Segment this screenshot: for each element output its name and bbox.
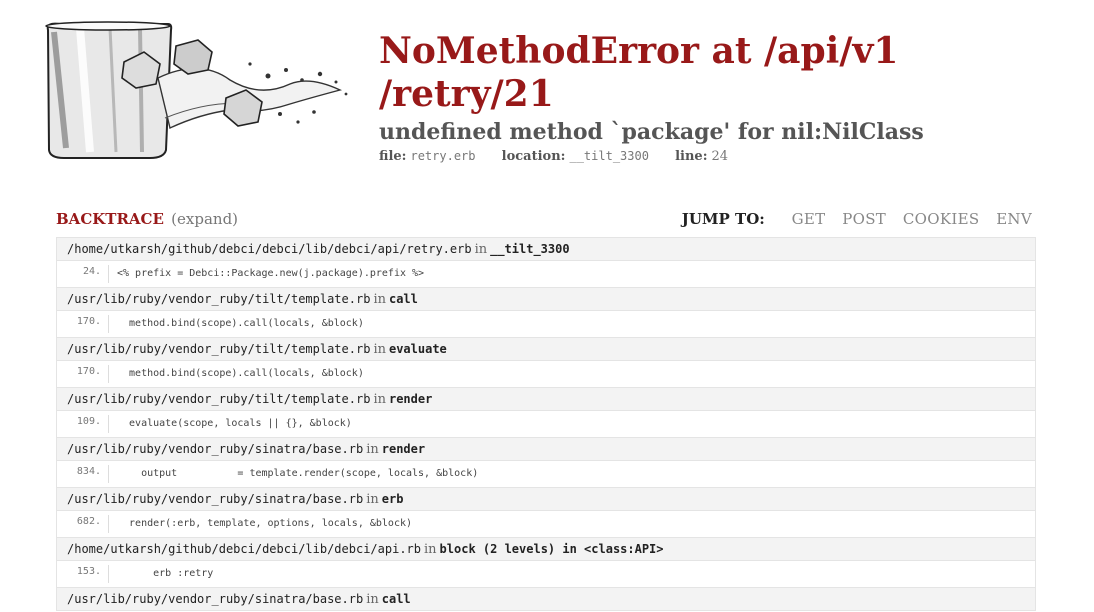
frame-code: 834. output = template.render(scope, loc… [56, 461, 1036, 487]
backtrace-heading: BACKTRACE (expand) [56, 210, 238, 228]
expand-link[interactable]: (expand) [171, 210, 238, 228]
jump-env-link[interactable]: ENV [996, 210, 1032, 228]
frame-function: render [381, 442, 426, 456]
frame-header[interactable]: /home/utkarsh/github/debci/debci/lib/deb… [56, 237, 1036, 261]
frame-source: method.bind(scope).call(locals, &block) [117, 368, 364, 379]
error-meta: file: retry.erb location: __tilt_3300 line… [379, 149, 1079, 164]
location-value: __tilt_3300 [569, 149, 649, 163]
frame-line-number: 682. [57, 515, 109, 533]
backtrace-title: BACKTRACE [56, 210, 164, 228]
jump-to-nav: JUMP TO: GET POST COOKIES ENV [682, 210, 1032, 228]
frame-header[interactable]: /home/utkarsh/github/debci/debci/lib/deb… [56, 537, 1036, 561]
frame-header[interactable]: /usr/lib/ruby/vendor_ruby/sinatra/base.r… [56, 487, 1036, 511]
frame-function: render [388, 392, 433, 406]
frame-source: evaluate(scope, locals || {}, &block) [117, 418, 352, 429]
frame-function: __tilt_3300 [490, 242, 570, 256]
frame-code: 682. render(:erb, template, options, loc… [56, 511, 1036, 537]
jump-post-link[interactable]: POST [842, 210, 886, 228]
jump-cookies-link[interactable]: COOKIES [903, 210, 980, 228]
frame-path: /usr/lib/ruby/vendor_ruby/sinatra/base.r… [67, 592, 364, 606]
frame-code: 153. erb :retry [56, 561, 1036, 587]
frame-path: /home/utkarsh/github/debci/debci/lib/deb… [67, 542, 422, 556]
frame-in: in [474, 242, 488, 257]
frame-header[interactable]: /usr/lib/ruby/vendor_ruby/tilt/template.… [56, 287, 1036, 311]
frame-line-number: 834. [57, 465, 109, 483]
jump-to-label: JUMP TO: [681, 210, 765, 228]
backtrace-frames: /home/utkarsh/github/debci/debci/lib/deb… [56, 237, 1036, 611]
frame-in: in [373, 392, 386, 407]
frame-function: block (2 levels) in <class:API> [439, 542, 664, 556]
frame-path: /usr/lib/ruby/vendor_ruby/tilt/template.… [67, 292, 371, 306]
backtrace-bar: BACKTRACE (expand) JUMP TO: GET POST COO… [56, 210, 1034, 230]
frame-in: in [373, 342, 386, 357]
error-title: NoMethodError at /api/v1 /retry/21 [379, 30, 899, 115]
frame-line-number: 170. [57, 365, 109, 383]
file-value: retry.erb [410, 149, 476, 163]
frame-line-number: 170. [57, 315, 109, 333]
frame-path: /usr/lib/ruby/vendor_ruby/sinatra/base.r… [67, 442, 364, 456]
frame-line-number: 109. [57, 415, 109, 433]
frame-line-number: 153. [57, 565, 109, 583]
error-message: undefined method `package' for nil:NilCl… [379, 119, 924, 145]
error-header: NoMethodError at /api/v1 /retry/21 undef… [379, 30, 1079, 164]
line-value: 24 [711, 149, 729, 164]
frame-code: 170. method.bind(scope).call(locals, &bl… [56, 311, 1036, 337]
frame-in: in [424, 542, 437, 557]
frame-header[interactable]: /usr/lib/ruby/vendor_ruby/sinatra/base.r… [56, 437, 1036, 461]
frame-source: method.bind(scope).call(locals, &block) [117, 318, 364, 329]
location-label: location: [501, 149, 566, 164]
file-label: file: [379, 149, 407, 164]
frame-function: call [388, 292, 418, 306]
frame-path: /usr/lib/ruby/vendor_ruby/tilt/template.… [67, 392, 371, 406]
frame-code: 109. evaluate(scope, locals || {}, &bloc… [56, 411, 1036, 437]
sinatra-logo [40, 18, 362, 164]
frame-path: /usr/lib/ruby/vendor_ruby/tilt/template.… [67, 342, 371, 356]
frame-code: 170. method.bind(scope).call(locals, &bl… [56, 361, 1036, 387]
line-label: line: [675, 149, 708, 164]
frame-source: render(:erb, template, options, locals, … [117, 518, 413, 529]
frame-header[interactable]: /usr/lib/ruby/vendor_ruby/tilt/template.… [56, 387, 1036, 411]
frame-in: in [373, 292, 386, 307]
frame-line-number: 24. [57, 265, 109, 283]
frame-in: in [366, 492, 379, 507]
frame-header[interactable]: /usr/lib/ruby/vendor_ruby/tilt/template.… [56, 337, 1036, 361]
frame-code: 24. <% prefix = Debci::Package.new(j.pac… [56, 261, 1036, 287]
frame-source: output = template.render(scope, locals, … [117, 468, 479, 479]
frame-source: <% prefix = Debci::Package.new(j.package… [117, 268, 425, 279]
jump-get-link[interactable]: GET [792, 210, 826, 228]
frame-in: in [366, 442, 379, 457]
frame-function: evaluate [388, 342, 447, 356]
frame-function: call [381, 592, 411, 606]
frame-path: /usr/lib/ruby/vendor_ruby/sinatra/base.r… [67, 492, 364, 506]
frame-function: erb [381, 492, 404, 506]
frame-header[interactable]: /usr/lib/ruby/vendor_ruby/sinatra/base.r… [56, 587, 1036, 611]
frame-path: /home/utkarsh/github/debci/debci/lib/deb… [67, 242, 472, 256]
frame-in: in [366, 592, 379, 607]
frame-source: erb :retry [117, 568, 214, 579]
